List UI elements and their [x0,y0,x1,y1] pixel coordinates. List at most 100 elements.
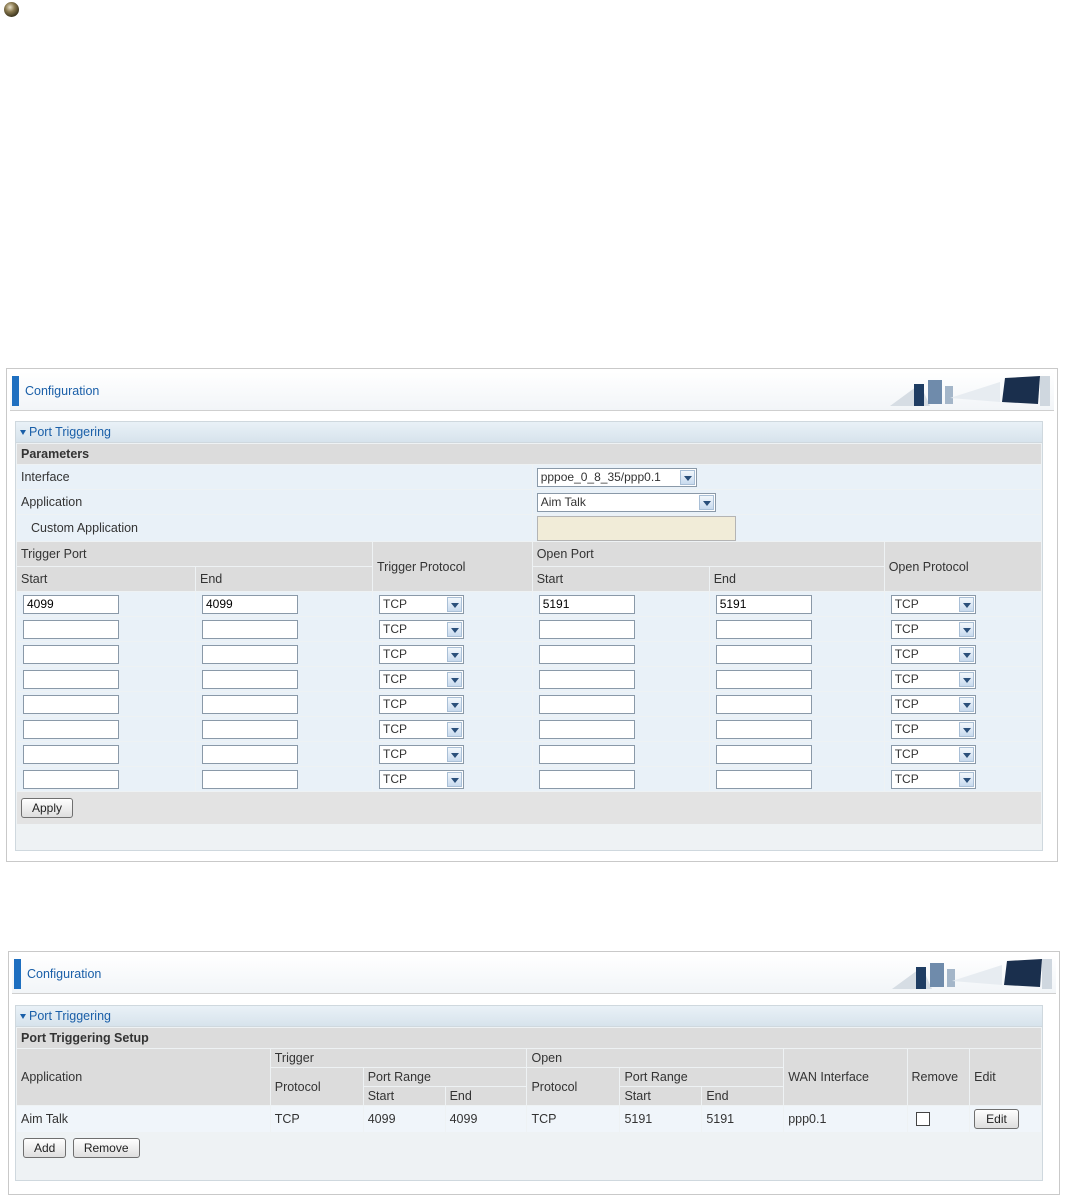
trigger-protocol-value: TCP [383,646,407,661]
open-end-input[interactable] [715,769,812,789]
trigger-start-input[interactable] [23,669,119,689]
trigger-heading: Trigger [270,1049,527,1067]
dropdown-arrow-icon [958,696,974,712]
custom-application-label-text: Custom Application [31,521,139,535]
open-protocol-value: TCP [894,721,919,736]
open-protocol-select[interactable]: TCP [890,619,976,639]
configuration-panel-top: Configuration Port Triggering Parameters… [6,368,1058,862]
parameters-heading: Parameters [17,444,1041,464]
open-start-input[interactable] [538,694,635,714]
dropdown-arrow-icon [958,746,974,762]
open-protocol-select[interactable]: TCP [890,769,976,789]
remove-button[interactable]: Remove [72,1138,140,1158]
configuration-header: Configuration [10,372,1054,411]
open-start-input[interactable] [538,744,635,764]
open-port-range-heading: Port Range [620,1068,784,1086]
trigger-start-input[interactable] [23,719,119,739]
open-end-input[interactable] [715,619,812,639]
trigger-end-input[interactable] [202,594,298,614]
trigger-end-input[interactable] [202,744,298,764]
open-protocol-value: TCP [894,696,919,711]
open-start-input[interactable] [538,719,635,739]
trigger-protocol-select[interactable]: TCP [379,694,464,714]
open-start-input[interactable] [538,644,635,664]
entry-edit-cell: Edit [970,1106,1041,1132]
port-triggering-list-table: Port Triggering Setup Application Trigge… [16,1027,1042,1164]
trigger-protocol-value: TCP [383,696,407,711]
computer-monitor-decoration [892,959,1052,989]
open-end-input[interactable] [715,694,812,714]
interface-label: Interface [21,470,70,484]
open-protocol-value: TCP [894,621,919,636]
application-select[interactable]: Aim Talk [536,492,716,512]
dropdown-arrow-icon [679,469,695,485]
open-protocol-value: TCP [894,646,919,661]
entry-wan-interface: ppp0.1 [788,1112,827,1126]
header-accent-bar [12,376,19,406]
open-protocol-value: TCP [894,771,919,786]
trigger-start-input[interactable] [23,694,119,714]
trigger-end-input[interactable] [202,619,298,639]
trigger-start-input[interactable] [23,744,119,764]
port-triggering-section-title[interactable]: Port Triggering [16,422,1042,443]
open-end-input[interactable] [715,594,812,614]
trigger-end-input[interactable] [202,719,298,739]
open-start-input[interactable] [538,619,635,639]
trigger-start-input[interactable] [23,769,119,789]
trigger-protocol-select[interactable]: TCP [379,744,464,764]
custom-application-cell [533,515,1041,541]
remove-checkbox[interactable] [915,1112,930,1127]
open-protocol-select[interactable]: TCP [890,669,976,689]
dropdown-arrow-icon [447,721,462,737]
open-protocol-select[interactable]: TCP [890,744,976,764]
open-protocol-select[interactable]: TCP [890,694,976,714]
trigger-protocol-select[interactable]: TCP [379,669,464,689]
open-protocol-select[interactable]: TCP [890,644,976,664]
apply-button[interactable]: Apply [21,798,74,818]
apply-row: Apply [17,792,1041,824]
trigger-protocol-select[interactable]: TCP [379,719,464,739]
trigger-start-input[interactable] [23,594,119,614]
custom-application-input[interactable] [536,515,736,541]
trigger-port-heading: Trigger Port [17,542,372,566]
rule-row: TCP TCP [17,692,1041,716]
trigger-protocol-value: TCP [383,771,407,786]
open-start-input[interactable] [538,669,635,689]
custom-application-label: Custom Application [17,515,532,541]
add-button[interactable]: Add [23,1138,67,1158]
trigger-start-heading: Start [17,567,195,591]
application-heading: Application [17,1049,270,1105]
configuration-panel-bottom: Configuration Port Triggering Port Trigg… [8,951,1060,1195]
trigger-end-input[interactable] [202,669,298,689]
remove-heading: Remove [907,1049,970,1105]
trigger-start-input[interactable] [23,644,119,664]
trigger-protocol-select[interactable]: TCP [379,594,464,614]
trigger-protocol-value: TCP [383,621,407,636]
open-start-input[interactable] [538,769,635,789]
entry-open-end: 5191 [706,1112,735,1126]
open-protocol-heading: Open Protocol [884,542,1041,591]
wan-interface-heading: WAN Interface [784,1049,907,1105]
edit-button[interactable]: Edit [974,1109,1019,1129]
trigger-protocol-select[interactable]: TCP [379,619,464,639]
interface-select[interactable]: pppoe_0_8_35/ppp0.1 [536,467,697,487]
open-protocol-select[interactable]: TCP [890,719,976,739]
open-protocol-select[interactable]: TCP [890,594,976,614]
trigger-protocol-value: TCP [383,671,407,686]
open-end-input[interactable] [715,669,812,689]
trigger-protocol-select[interactable]: TCP [379,644,464,664]
rule-row: TCP TCP [17,717,1041,741]
trigger-end-input[interactable] [202,769,298,789]
dropdown-arrow-icon [447,596,462,612]
open-end-input[interactable] [715,719,812,739]
open-start-input[interactable] [538,594,635,614]
open-end-input[interactable] [715,644,812,664]
port-triggering-setup-section: Port Triggering Port Triggering Setup Ap… [15,1005,1043,1181]
port-triggering-section-title[interactable]: Port Triggering [16,1006,1042,1027]
trigger-start-input[interactable] [23,619,119,639]
open-end-input[interactable] [715,744,812,764]
trigger-end-input[interactable] [202,694,298,714]
application-cell: Aim Talk [533,490,1041,514]
trigger-end-input[interactable] [202,644,298,664]
trigger-protocol-select[interactable]: TCP [379,769,464,789]
